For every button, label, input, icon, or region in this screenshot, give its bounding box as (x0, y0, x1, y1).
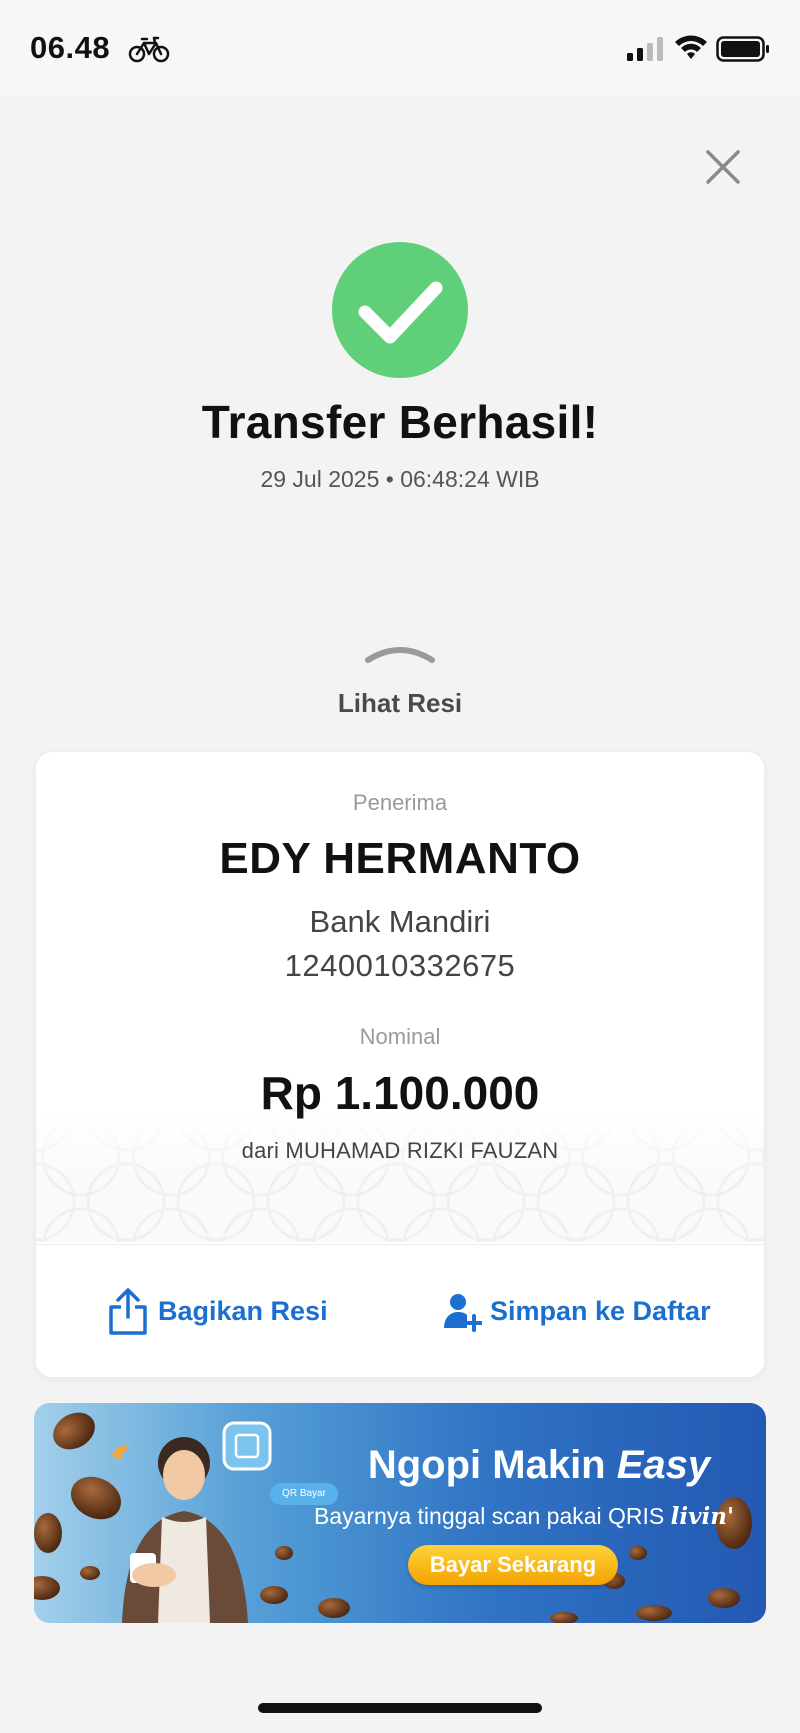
status-bar: 06.48 (0, 0, 800, 96)
transaction-datetime: 29 Jul 2025 • 06:48:24 WIB (260, 466, 540, 492)
receipt-card: Penerima EDY HERMANTO Bank Mandiri 12400… (36, 752, 764, 1377)
banner-headline: Ngopi Makin Easy (334, 1443, 744, 1488)
banner-subtitle: Bayarnya tinggal scan pakai QRIS livin' (304, 1503, 744, 1530)
qr-badge: QR Bayar (270, 1483, 338, 1505)
pay-now-button[interactable]: Bayar Sekarang (408, 1545, 618, 1585)
share-receipt-button[interactable]: Bagikan Resi (106, 1245, 328, 1377)
signal-icon (627, 37, 663, 61)
save-to-list-label: Simpan ke Daftar (490, 1296, 711, 1326)
wifi-icon (675, 35, 707, 59)
bike-icon (128, 36, 170, 63)
livin-logo: livin' (670, 1503, 735, 1530)
status-time: 06.48 (30, 30, 111, 65)
banner-headline-emphasis: Easy (616, 1443, 711, 1487)
add-user-icon (444, 1293, 482, 1332)
view-receipt-toggle[interactable]: Lihat Resi (0, 688, 800, 719)
account-number: 1240010332675 (284, 948, 516, 983)
transfer-success-screen: 06.48 Transfer Berhasil! 29 Jul 2025 • 0… (0, 0, 800, 1733)
card-pattern (36, 1112, 764, 1242)
nominal-label: Nominal (359, 1024, 441, 1049)
transfer-amount: Rp 1.100.000 (260, 1067, 540, 1119)
recipient-bank: Bank Mandiri (309, 904, 491, 939)
chevron-up-icon[interactable] (364, 642, 436, 666)
receipt-actions: Bagikan Resi Simpan ke Daftar (36, 1244, 764, 1377)
recipient-label: Penerima (352, 790, 448, 815)
banner-headline-main: Ngopi Makin (367, 1443, 617, 1487)
save-to-list-button[interactable]: Simpan ke Daftar (442, 1245, 711, 1377)
banner-subtitle-text: Bayarnya tinggal scan pakai QRIS (313, 1503, 671, 1529)
recipient-name: EDY HERMANTO (219, 834, 581, 883)
close-icon[interactable] (700, 144, 746, 190)
battery-icon (716, 36, 769, 62)
share-receipt-label: Bagikan Resi (158, 1296, 328, 1326)
share-icon (109, 1287, 147, 1335)
home-indicator[interactable] (258, 1703, 542, 1713)
sender-name: dari MUHAMAD RIZKI FAUZAN (241, 1138, 559, 1163)
promo-banner[interactable]: QR Bayar Ngopi Makin Easy Bayarnya tingg… (34, 1403, 766, 1623)
result-title: Transfer Berhasil! (201, 396, 599, 448)
check-circle-icon (332, 242, 468, 378)
